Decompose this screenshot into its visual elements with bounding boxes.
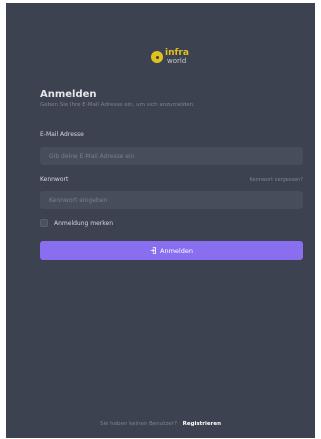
login-button-label: Anmelden (160, 246, 193, 255)
forgot-password-link[interactable]: Kennwort vergessen? (249, 177, 303, 183)
register-prompt: Sie haben keinen Benutzer? Registrieren (6, 421, 315, 427)
logo-text-world: world (167, 57, 187, 65)
page-subtitle: Geben Sie Ihre E-Mail Adresse ein, um si… (40, 102, 195, 108)
remember-me-checkbox[interactable] (40, 219, 48, 227)
email-field[interactable] (40, 147, 303, 165)
password-field[interactable] (40, 191, 303, 209)
email-label: E-Mail Adresse (40, 131, 84, 138)
register-link[interactable]: Registrieren (183, 421, 221, 427)
infraworld-logo: infra world (151, 49, 199, 65)
password-label: Kennwort (40, 176, 69, 183)
page-title: Anmelden (40, 89, 97, 100)
remember-me-label[interactable]: Anmeldung merken (54, 220, 113, 227)
register-prompt-text: Sie haben keinen Benutzer? (100, 421, 177, 427)
login-panel: infra world Anmelden Geben Sie Ihre E-Ma… (6, 3, 315, 438)
remember-me-row[interactable]: Anmeldung merken (40, 218, 113, 228)
login-arrow-icon (150, 247, 157, 254)
login-button[interactable]: Anmelden (40, 241, 303, 260)
logo-circle-icon (151, 51, 163, 63)
